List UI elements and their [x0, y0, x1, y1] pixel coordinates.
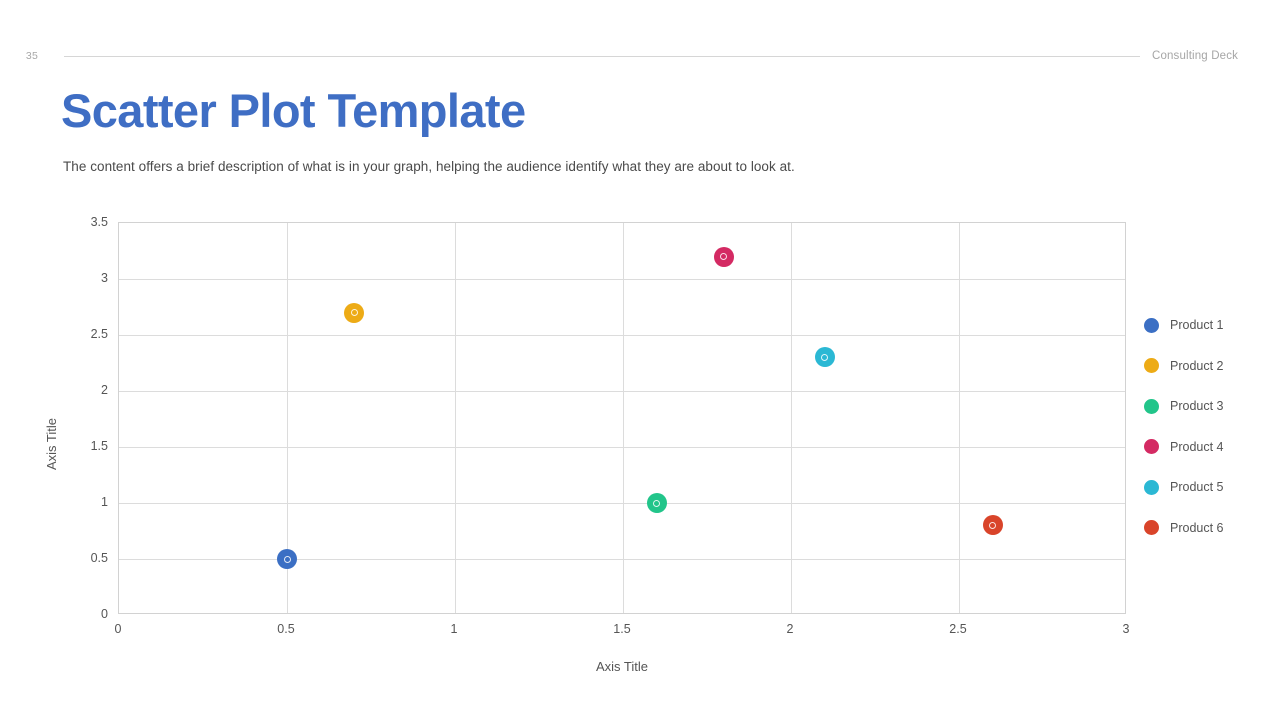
data-point-center-ring — [653, 499, 661, 507]
gridline-horizontal — [119, 279, 1125, 280]
gridline-horizontal — [119, 391, 1125, 392]
legend-swatch-icon — [1144, 439, 1159, 455]
legend-swatch-icon — [1144, 520, 1159, 536]
legend-item[interactable]: Product 5 — [1144, 467, 1274, 508]
legend-label: Product 4 — [1170, 439, 1224, 454]
y-axis-tick-labels: 0 0.5 1 1.5 2 2.5 3 3.5 — [52, 215, 108, 621]
data-point-center-ring — [821, 353, 829, 361]
gridline-horizontal — [119, 335, 1125, 336]
x-axis-tick-label: 0.5 — [277, 622, 295, 636]
x-axis-tick-label: 1 — [450, 622, 458, 636]
y-axis-tick-label: 1 — [101, 495, 108, 509]
gridline-vertical — [623, 223, 624, 613]
data-point[interactable] — [814, 347, 835, 368]
y-axis-tick-label: 2 — [101, 383, 108, 397]
gridline-horizontal — [119, 503, 1125, 504]
legend-label: Product 3 — [1170, 399, 1224, 414]
legend-swatch-icon — [1144, 358, 1159, 374]
x-axis-title: Axis Title — [595, 659, 648, 674]
y-axis-tick-label: 0.5 — [90, 551, 108, 565]
scatter-chart: Axis Title 0 0.5 1 1.5 2 2.5 3 3.5 0 0.5 1 1.5 2 2.5… — [0, 200, 1280, 700]
x-axis-tick-labels: 0 0.5 1 1.5 2 2.5 3 — [114, 622, 1130, 642]
data-point[interactable] — [277, 549, 297, 569]
legend-item[interactable]: Product 6 — [1144, 508, 1274, 549]
y-axis-tick-label: 2.5 — [90, 327, 108, 341]
legend-label: Product 2 — [1170, 358, 1224, 373]
x-axis-tick-label: 0 — [114, 622, 122, 636]
legend-item[interactable]: Product 1 — [1144, 305, 1274, 346]
page-subtitle: The content offers a brief description o… — [63, 159, 795, 174]
page-title: Scatter Plot Template — [61, 84, 526, 137]
legend-item[interactable]: Product 4 — [1144, 427, 1274, 468]
x-axis-tick-label: 3 — [1122, 622, 1130, 636]
y-axis-tick-label: 0 — [101, 607, 108, 621]
gridline-horizontal — [119, 559, 1125, 560]
y-axis-tick-label: 1.5 — [90, 439, 108, 453]
legend-label: Product 6 — [1170, 520, 1224, 535]
y-axis-tick-label: 3 — [101, 271, 108, 285]
data-point-center-ring — [720, 253, 728, 261]
data-point[interactable] — [344, 302, 365, 323]
gridline-vertical — [791, 223, 792, 613]
data-point-center-ring — [350, 309, 358, 317]
x-axis-tick-label: 2 — [786, 622, 794, 636]
legend-label: Product 5 — [1170, 480, 1224, 495]
y-axis-tick-label: 3.5 — [90, 215, 108, 229]
gridline-vertical — [455, 223, 456, 613]
deck-name: Consulting Deck — [1152, 50, 1238, 62]
page-number: 35 — [25, 50, 38, 62]
legend-item[interactable]: Product 3 — [1144, 386, 1274, 427]
data-point-center-ring — [989, 521, 997, 529]
header-divider — [64, 55, 1141, 57]
legend-swatch-icon — [1144, 398, 1159, 414]
slide: 35 Consulting Deck Scatter Plot Template… — [0, 0, 1280, 720]
legend-swatch-icon — [1144, 479, 1159, 495]
chart-legend: Product 1 Product 2 Product 3 Product 4 Prod… — [1144, 305, 1274, 548]
x-axis-tick-label: 2.5 — [949, 622, 967, 636]
data-point-center-ring — [283, 555, 291, 563]
x-axis-tick-label: 1.5 — [613, 622, 631, 636]
data-point[interactable] — [713, 246, 734, 267]
data-point[interactable] — [982, 515, 1003, 536]
slide-header: 35 Consulting Deck — [0, 46, 1280, 66]
legend-item[interactable]: Product 2 — [1144, 346, 1274, 387]
legend-swatch-icon — [1144, 317, 1159, 333]
gridline-horizontal — [119, 447, 1125, 448]
gridline-vertical — [959, 223, 960, 613]
legend-label: Product 1 — [1170, 318, 1224, 333]
data-point[interactable] — [646, 493, 667, 513]
plot-area — [118, 222, 1126, 614]
